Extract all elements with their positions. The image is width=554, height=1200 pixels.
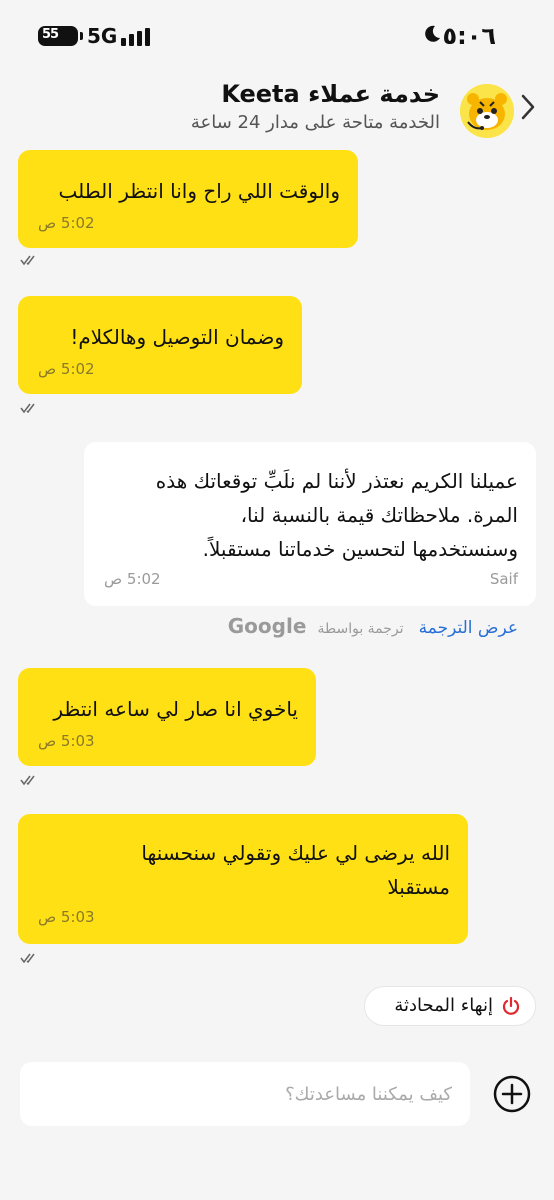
status-time: ٥:٠٦: [442, 22, 496, 50]
user-message: والوقت اللي راح وانا انتظر الطلب 5:02 ص: [18, 150, 358, 248]
message-time: 5:02 ص: [38, 214, 95, 232]
end-chat-label: إنهاء المحادثة: [394, 995, 493, 1016]
message-time: 5:03 ص: [38, 732, 95, 750]
power-icon: [502, 996, 520, 1015]
composer: [0, 1044, 554, 1200]
message-time: 5:02 ص: [104, 570, 161, 588]
read-ticks-icon: [20, 775, 35, 786]
chat-subtitle: الخدمة متاحة على مدار 24 ساعة: [190, 112, 440, 133]
show-translation-link[interactable]: عرض الترجمة: [419, 618, 518, 638]
message-text: عميلنا الكريم نعتذر لأننا لم نلَبِّ توقع…: [156, 464, 518, 566]
battery-icon: 55: [38, 26, 83, 46]
network-type: 5G: [87, 24, 118, 48]
message-text: ياخوي انا صار لي ساعه انتظر: [53, 697, 298, 721]
message-line: عميلنا الكريم نعتذر لأننا لم نلَبِّ توقع…: [155, 469, 518, 493]
message-input[interactable]: [20, 1062, 470, 1126]
message-line: مستقبلا: [387, 875, 450, 899]
message-text: وضمان التوصيل وهالكلام!: [70, 325, 284, 349]
chat-header: خدمة عملاء Keeta الخدمة متاحة على مدار 2…: [0, 70, 554, 144]
message-list[interactable]: والوقت اللي راح وانا انتظر الطلب 5:02 ص …: [0, 144, 554, 1044]
avatar: [460, 84, 514, 138]
message-time: 5:03 ص: [38, 908, 95, 926]
read-ticks-icon: [20, 255, 35, 266]
agent-message: عميلنا الكريم نعتذر لأننا لم نلَبِّ توقع…: [84, 442, 536, 606]
end-chat-button[interactable]: إنهاء المحادثة: [364, 986, 536, 1026]
tiger-mascot-icon: [460, 84, 514, 138]
user-message: الله يرضى لي عليك وتقولي سنحسنها مستقبلا…: [18, 814, 468, 944]
agent-name: Saif: [489, 570, 518, 588]
message-text: والوقت اللي راح وانا انتظر الطلب: [58, 179, 340, 203]
read-ticks-icon: [20, 953, 35, 964]
status-bar: 55 5G ٥:٠٦: [0, 0, 554, 70]
battery-level: 55: [42, 27, 59, 42]
user-message: وضمان التوصيل وهالكلام! 5:02 ص: [18, 296, 302, 394]
translation-row: عرض الترجمة ترجمة بواسطة Google: [228, 614, 518, 638]
message-time: 5:02 ص: [38, 360, 95, 378]
message-line: المرة. ملاحظاتك قيمة بالنسبة لنا،: [240, 503, 518, 527]
chat-title: خدمة عملاء Keeta: [221, 80, 440, 108]
moon-icon: [425, 25, 440, 42]
google-logo: Google: [227, 614, 307, 638]
message-line: وسنستخدمها لتحسين خدماتنا مستقبلاً.: [202, 537, 518, 561]
translated-by-label: ترجمة بواسطة: [317, 621, 404, 637]
message-line: الله يرضى لي عليك وتقولي سنحسنها: [141, 841, 450, 865]
read-ticks-icon: [20, 403, 35, 414]
message-text: الله يرضى لي عليك وتقولي سنحسنها مستقبلا: [141, 836, 450, 904]
user-message: ياخوي انا صار لي ساعه انتظر 5:03 ص: [18, 668, 316, 766]
chevron-right-icon[interactable]: [520, 94, 536, 120]
add-attachment-button[interactable]: [492, 1074, 532, 1114]
signal-icon: [121, 28, 151, 46]
